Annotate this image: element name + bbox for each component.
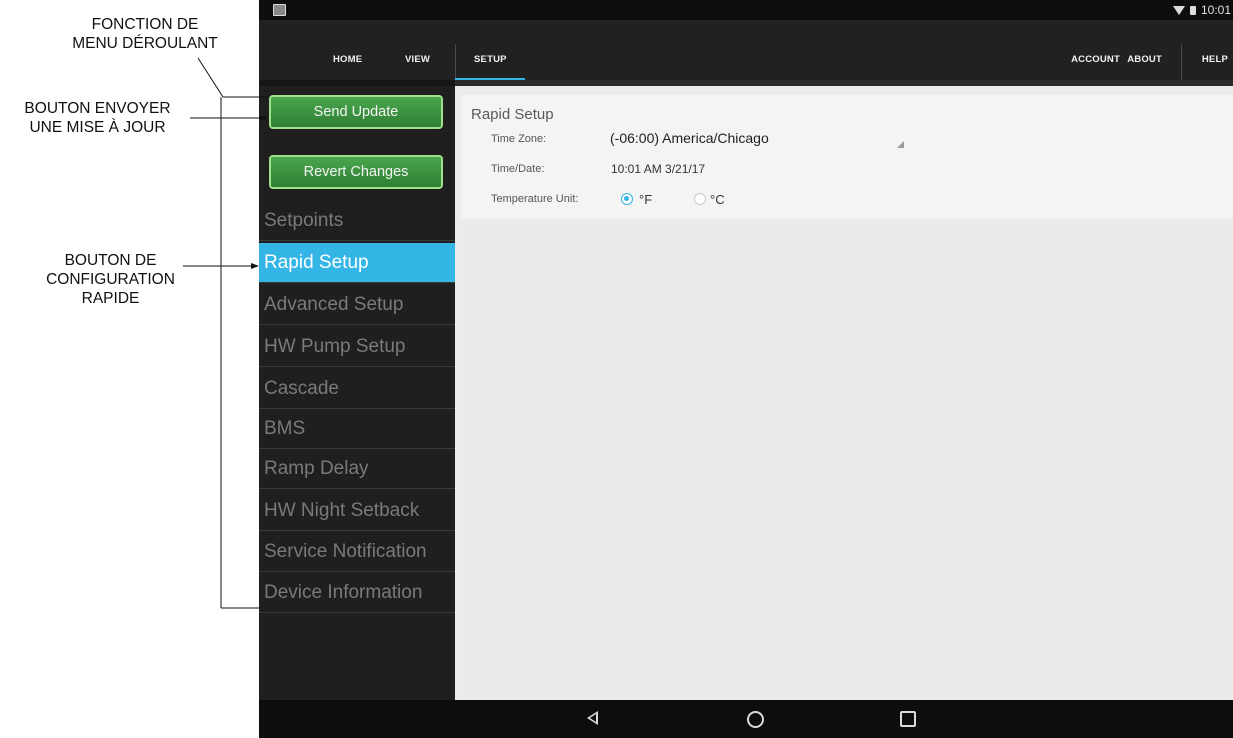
- back-icon[interactable]: [587, 711, 598, 725]
- system-navigation-bar: [259, 700, 1233, 738]
- sidebar-item-hw-pump-setup[interactable]: HW Pump Setup: [259, 327, 455, 367]
- time-date-value: 10:01 AM 3/21/17: [611, 162, 706, 176]
- fahrenheit-radio[interactable]: [621, 193, 633, 205]
- recents-icon[interactable]: [900, 711, 916, 727]
- content-area: Rapid Setup Time Zone: (-06:00) America/…: [455, 86, 1233, 700]
- time-date-label: Time/Date:: [491, 163, 545, 175]
- sidebar-item-cascade[interactable]: Cascade: [259, 369, 455, 409]
- dropdown-arrow-icon[interactable]: [897, 141, 904, 148]
- nav-setup[interactable]: SETUP: [474, 54, 507, 65]
- annotation-line: RAPIDE: [81, 290, 140, 307]
- nav-divider: [455, 44, 456, 80]
- sidebar-item-hw-night-setback[interactable]: HW Night Setback: [259, 491, 455, 531]
- annotation-line: BOUTON DE: [64, 252, 157, 269]
- status-indicators: 10:01: [1172, 3, 1231, 17]
- nav-help[interactable]: HELP: [1202, 54, 1228, 65]
- celsius-radio[interactable]: [694, 193, 706, 205]
- annotation-line: MENU DÉROULANT: [72, 35, 218, 52]
- nav-about[interactable]: ABOUT: [1127, 54, 1162, 65]
- annotation-line: FONCTION DE: [91, 16, 199, 33]
- celsius-label[interactable]: °C: [710, 192, 725, 207]
- annotation-send-update: BOUTON ENVOYER UNE MISE À JOUR: [0, 99, 195, 137]
- status-bar: 10:01: [259, 0, 1233, 20]
- battery-icon: [1189, 5, 1196, 15]
- nav-divider: [1181, 44, 1182, 80]
- rapid-setup-card: Rapid Setup Time Zone: (-06:00) America/…: [461, 95, 1233, 219]
- annotation-line: UNE MISE À JOUR: [29, 119, 166, 136]
- fahrenheit-label[interactable]: °F: [639, 192, 652, 207]
- card-title: Rapid Setup: [471, 106, 554, 123]
- nav-view[interactable]: VIEW: [405, 54, 430, 65]
- sidebar-item-bms[interactable]: BMS: [259, 409, 455, 449]
- annotation-line: CONFIGURATION: [46, 271, 175, 288]
- nav-account[interactable]: ACCOUNT: [1071, 54, 1120, 65]
- time-zone-dropdown[interactable]: (-06:00) America/Chicago: [610, 130, 769, 146]
- annotation-line: BOUTON ENVOYER: [24, 100, 171, 117]
- sidebar-item-setpoints[interactable]: Setpoints: [259, 201, 455, 241]
- home-icon[interactable]: [747, 711, 764, 728]
- content-panel: [461, 226, 1233, 700]
- sidebar: Send Update Revert Changes Setpoints Rap…: [259, 86, 455, 700]
- sidebar-item-service-notification[interactable]: Service Notification: [259, 532, 455, 572]
- top-navigation: HOME VIEW SETUP ACCOUNT ABOUT HELP: [259, 20, 1233, 81]
- nav-home[interactable]: HOME: [333, 54, 362, 65]
- temperature-unit-label: Temperature Unit:: [491, 193, 579, 205]
- arrowhead: [251, 263, 259, 269]
- tablet-screen: 10:01 HOME VIEW SETUP ACCOUNT ABOUT HELP…: [259, 0, 1233, 738]
- time-zone-label: Time Zone:: [491, 133, 547, 145]
- app-icon: [273, 4, 286, 16]
- status-time: 10:01: [1200, 3, 1231, 17]
- sidebar-item-ramp-delay[interactable]: Ramp Delay: [259, 449, 455, 489]
- revert-changes-button[interactable]: Revert Changes: [269, 155, 443, 189]
- annotation-rapid-setup: BOUTON DE CONFIGURATION RAPIDE: [18, 251, 203, 308]
- send-update-button[interactable]: Send Update: [269, 95, 443, 129]
- sidebar-item-rapid-setup[interactable]: Rapid Setup: [259, 243, 455, 283]
- annotation-dropdown-function: FONCTION DE MENU DÉROULANT: [45, 15, 245, 53]
- leader-line: [197, 57, 224, 98]
- sidebar-item-device-information[interactable]: Device Information: [259, 573, 455, 613]
- sidebar-item-advanced-setup[interactable]: Advanced Setup: [259, 285, 455, 325]
- wifi-icon: [1172, 5, 1185, 15]
